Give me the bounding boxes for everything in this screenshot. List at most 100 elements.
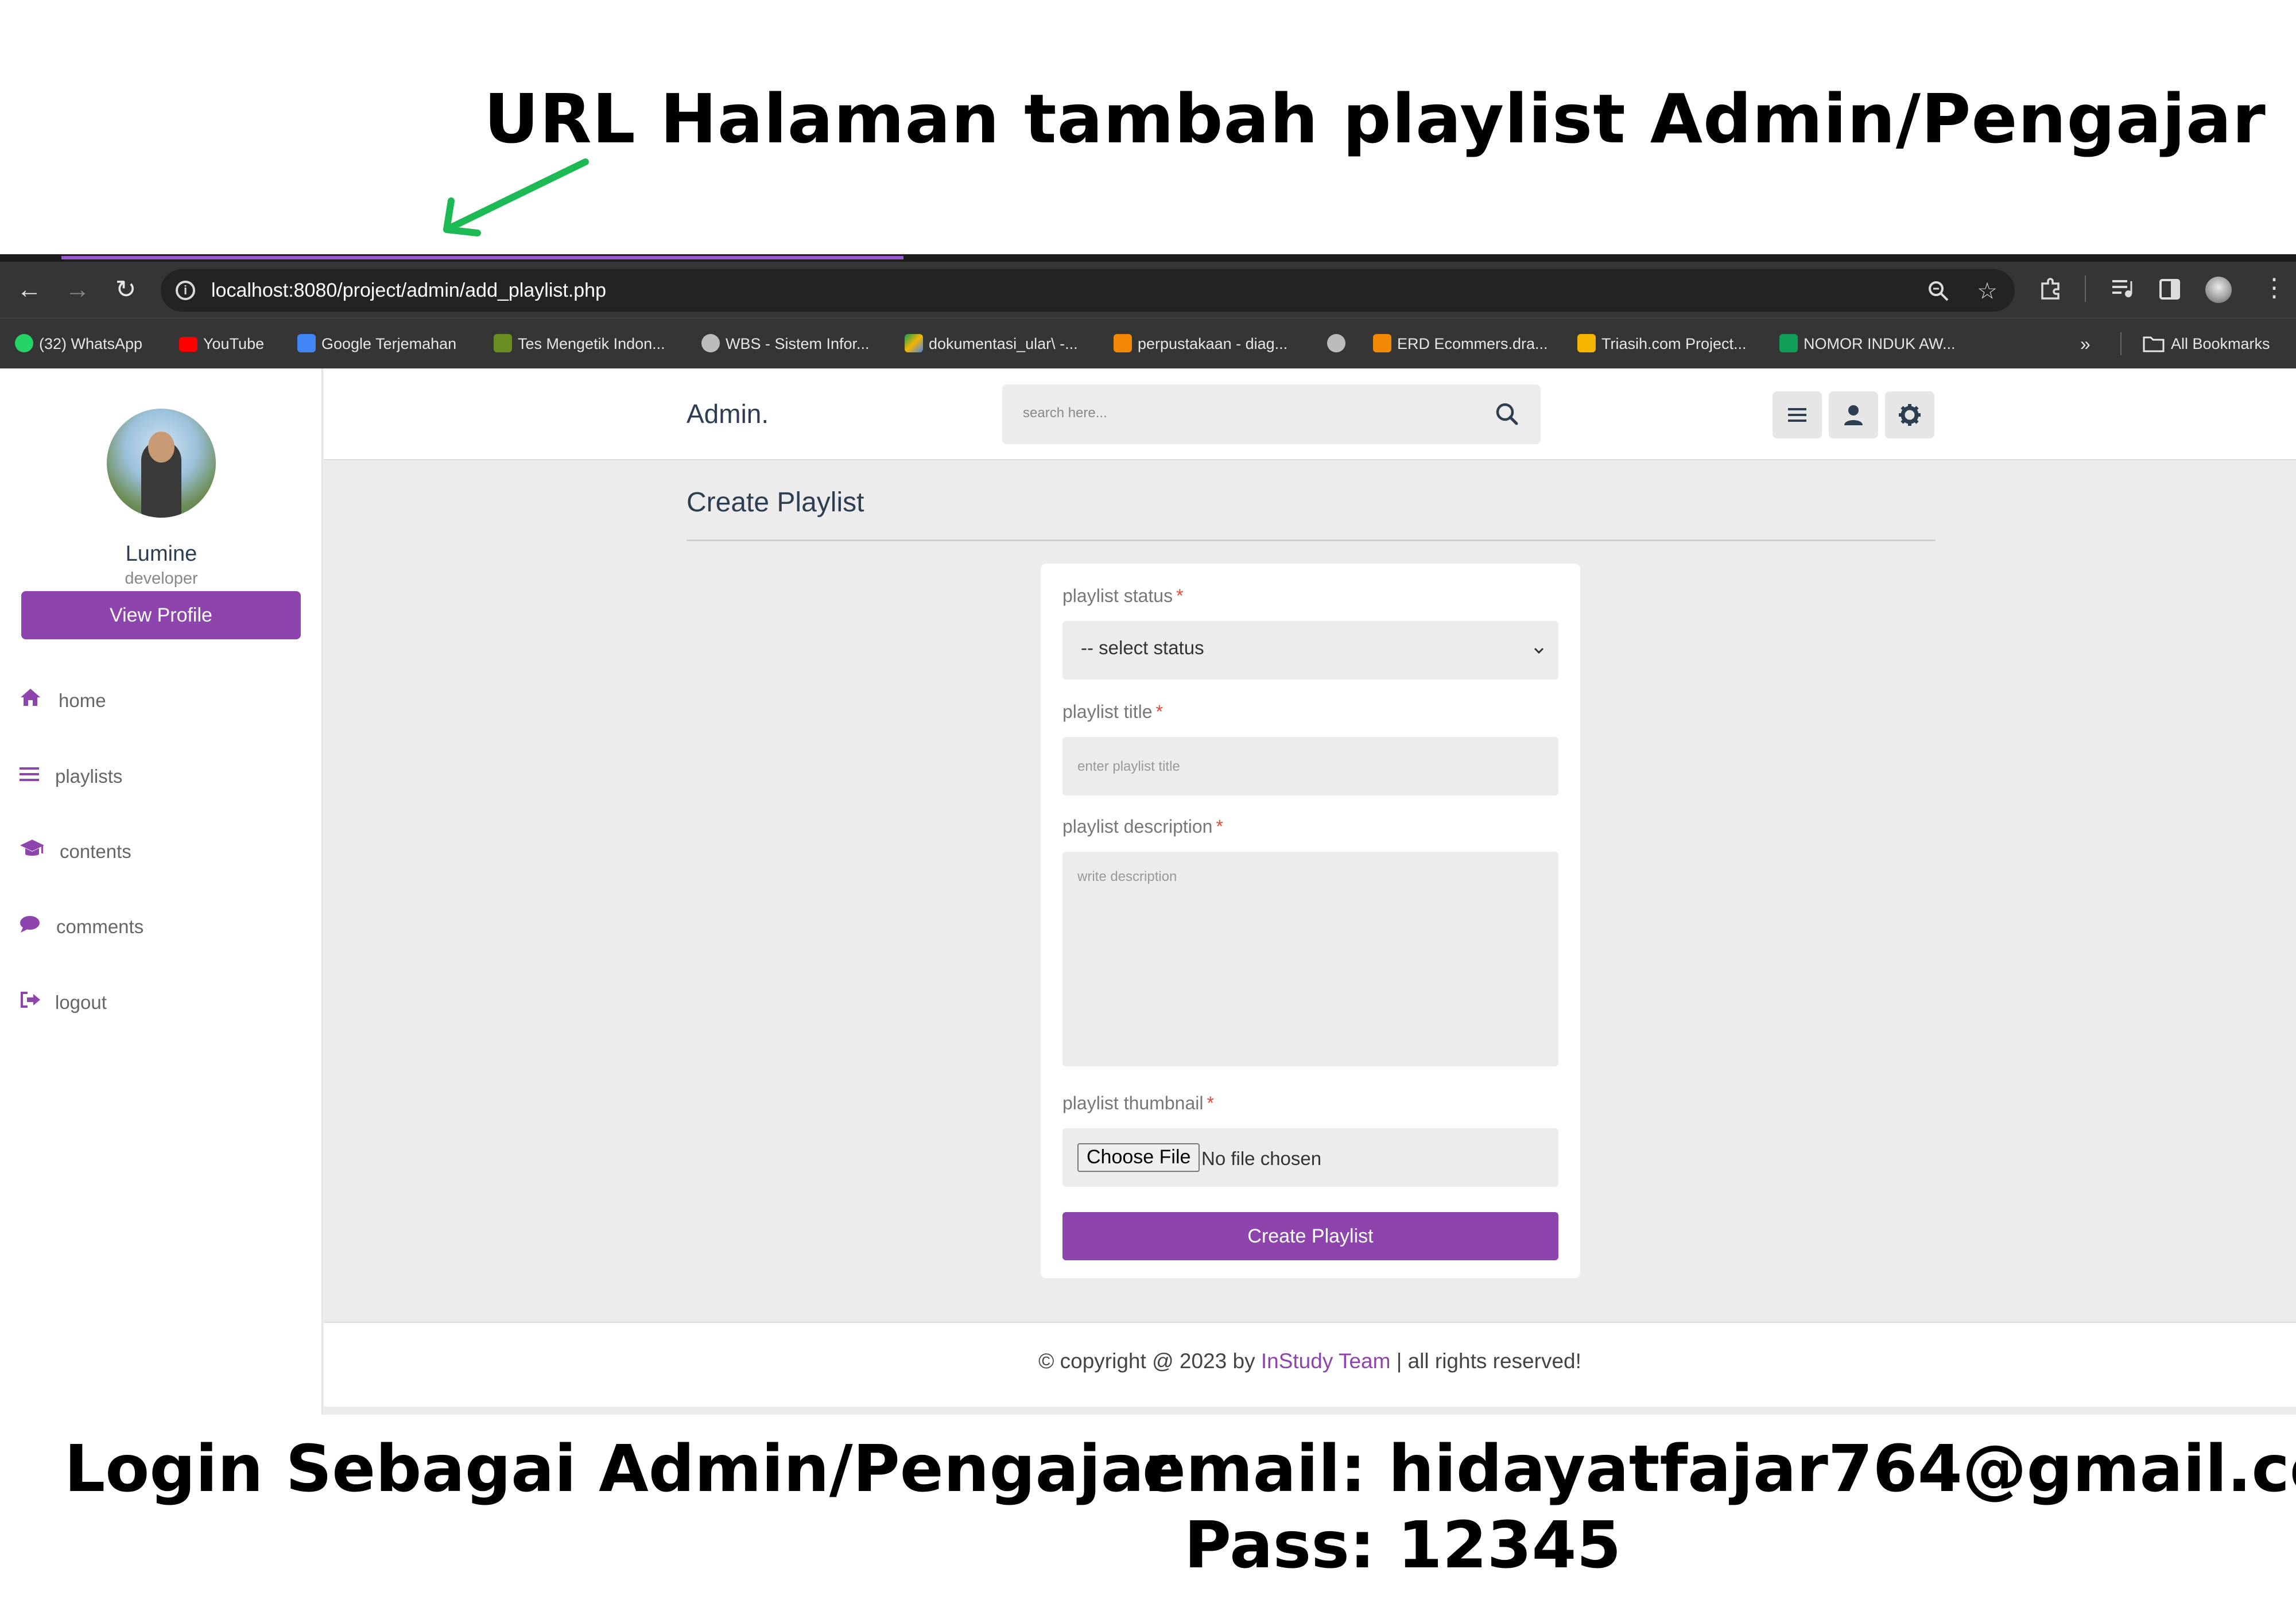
google-translate-icon <box>297 334 316 353</box>
create-playlist-form: playlist status * -- select status playli… <box>1041 564 1580 1278</box>
bookmark-item[interactable]: dokumentasi_ular\ -... <box>905 332 1078 355</box>
annotation-arrow-icon <box>443 158 589 236</box>
zoom-icon[interactable] <box>1927 279 1950 302</box>
whatsapp-icon <box>15 334 33 353</box>
brand-logo[interactable]: Admin. <box>687 398 769 429</box>
file-status-text: No file chosen <box>1201 1148 1322 1169</box>
list-icon <box>20 759 48 793</box>
bookmark-item[interactable]: WBS - Sistem Infor... <box>701 332 870 355</box>
sidebar-item-logout[interactable]: logout <box>20 985 307 1019</box>
logout-icon <box>20 985 48 1019</box>
title-placeholder: enter playlist title <box>1077 759 1180 774</box>
sidebar-item-contents[interactable]: contents <box>20 834 307 868</box>
bookmark-item[interactable]: Tes Mengetik Indon... <box>494 332 665 355</box>
page-loading-bar <box>61 256 903 259</box>
status-label: playlist status * <box>1062 585 1184 606</box>
extensions-icon[interactable] <box>2038 275 2063 301</box>
bookmark-item[interactable]: Triasih.com Project... <box>1577 332 1747 355</box>
bookmark-item[interactable]: YouTube <box>179 332 264 355</box>
page-header: Admin. search here... <box>324 368 2296 460</box>
title-divider <box>687 539 1936 541</box>
settings-button[interactable] <box>1885 391 1934 438</box>
user-icon <box>1844 405 1863 425</box>
gear-icon <box>1899 404 1921 426</box>
menu-icon <box>1788 408 1806 422</box>
annotation-password: Pass: 12345 <box>1184 1508 1622 1583</box>
sidebar: Lumine developer View Profile home playl… <box>0 368 323 1415</box>
description-placeholder: write description <box>1077 869 1177 884</box>
thumbnail-file-input[interactable]: Choose File No file chosen <box>1062 1128 1558 1187</box>
sidebar-item-playlists[interactable]: playlists <box>20 759 307 793</box>
profile-role: developer <box>125 569 198 588</box>
browser-toolbar: ← → ↻ i localhost:8080/project/admin/add… <box>0 262 2296 318</box>
bookmark-item[interactable]: NOMOR INDUK AW... <box>1779 332 1956 355</box>
page-title: Create Playlist <box>687 487 864 518</box>
status-select[interactable]: -- select status <box>1062 621 1558 680</box>
typing-test-icon <box>494 334 512 353</box>
page-footer: © copyright @ 2023 by InStudy Team | all… <box>324 1322 2296 1415</box>
bookmark-item[interactable]: (32) WhatsApp <box>15 332 142 355</box>
back-icon[interactable]: ← <box>15 275 44 304</box>
search-input[interactable]: search here... <box>1023 405 1107 421</box>
description-label: playlist description * <box>1062 816 1223 837</box>
web-page: Lumine developer View Profile home playl… <box>0 368 2296 1415</box>
status-selected-value: -- select status <box>1081 637 1204 658</box>
browser-menu-icon[interactable]: ⋮ <box>2262 273 2287 302</box>
drawio-icon <box>1373 334 1391 353</box>
sidebar-item-home[interactable]: home <box>20 683 307 717</box>
bookmark-item[interactable]: perpustakaan - diag... <box>1114 332 1287 355</box>
graduation-cap-icon <box>20 834 48 868</box>
all-bookmarks[interactable]: All Bookmarks <box>2142 332 2270 355</box>
annotation-email: email: hidayatfajar764@gmail.com <box>1142 1432 2296 1506</box>
bookmark-item[interactable]: ERD Ecommers.dra... <box>1373 332 1548 355</box>
toolbar-divider <box>2085 275 2086 302</box>
screenshot-root: URL Halaman tambah playlist Admin/Pengaj… <box>0 0 2296 1623</box>
profile-avatar-icon[interactable] <box>2205 277 2232 303</box>
view-profile-button[interactable]: View Profile <box>21 591 301 639</box>
copyright-text: © copyright @ 2023 by InStudy Team | all… <box>1038 1349 1581 1373</box>
bookmarks-divider <box>2120 332 2122 355</box>
bookmark-item[interactable] <box>1327 332 1351 355</box>
playlist-description-textarea[interactable]: write description <box>1062 852 1558 1066</box>
side-panel-icon[interactable] <box>2158 278 2181 301</box>
bookmarks-bar: (32) WhatsApp YouTube Google Terjemahan … <box>0 318 2296 368</box>
user-button[interactable] <box>1829 391 1878 438</box>
sidebar-item-comments[interactable]: comments <box>20 909 307 943</box>
google-drive-icon <box>905 334 923 353</box>
address-bar[interactable]: i localhost:8080/project/admin/add_playl… <box>161 269 2015 312</box>
bookmark-item[interactable]: Google Terjemahan <box>297 332 456 355</box>
media-control-icon[interactable] <box>2110 277 2135 300</box>
choose-file-button[interactable]: Choose File <box>1077 1143 1200 1172</box>
reload-icon[interactable]: ↻ <box>111 275 140 304</box>
home-icon <box>20 683 48 717</box>
globe-icon <box>701 334 720 353</box>
google-slides-icon <box>1577 334 1596 353</box>
thumbnail-label: playlist thumbnail * <box>1062 1093 1214 1113</box>
folder-icon <box>2143 336 2165 352</box>
google-sheets-icon <box>1779 334 1798 353</box>
globe-icon <box>1327 334 1345 353</box>
playlist-title-input[interactable]: enter playlist title <box>1062 737 1558 795</box>
profile-avatar[interactable] <box>107 409 216 518</box>
footer-brand-link[interactable]: InStudy Team <box>1261 1349 1391 1373</box>
omnibox-actions: ☆ <box>1927 277 1998 304</box>
bookmark-star-icon[interactable]: ☆ <box>1977 278 1998 304</box>
forward-icon[interactable]: → <box>63 275 92 304</box>
annotation-heading: URL Halaman tambah playlist Admin/Pengaj… <box>484 79 2266 158</box>
comment-icon <box>20 909 48 943</box>
drawio-icon <box>1114 334 1132 353</box>
youtube-icon <box>179 336 197 352</box>
menu-button[interactable] <box>1773 391 1822 438</box>
site-info-icon[interactable]: i <box>176 281 195 300</box>
address-url[interactable]: localhost:8080/project/admin/add_playlis… <box>211 278 606 302</box>
title-label: playlist title * <box>1062 701 1163 722</box>
create-playlist-button[interactable]: Create Playlist <box>1062 1212 1558 1260</box>
profile-name: Lumine <box>125 542 197 566</box>
search-bar[interactable]: search here... <box>1002 385 1541 444</box>
annotation-login-role: Login Sebagai Admin/Pengajar <box>64 1432 1176 1506</box>
search-icon[interactable] <box>1491 398 1523 430</box>
tab-strip <box>0 254 2296 262</box>
chevron-down-icon <box>1534 647 1544 654</box>
more-bookmarks-icon[interactable]: » <box>2080 332 2091 355</box>
browser-window: ← → ↻ i localhost:8080/project/admin/add… <box>0 254 2296 1415</box>
